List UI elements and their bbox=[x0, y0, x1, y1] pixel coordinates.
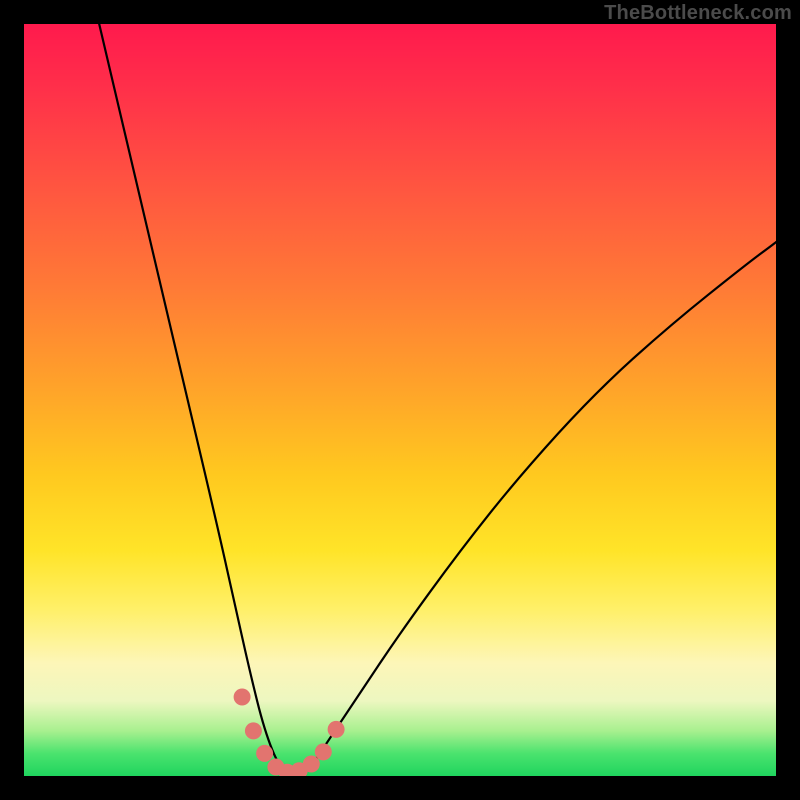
watermark-text: TheBottleneck.com bbox=[604, 2, 792, 25]
marker-dot bbox=[234, 689, 251, 706]
bottleneck-curve bbox=[99, 24, 776, 774]
marker-dot bbox=[245, 722, 262, 739]
curve-layer bbox=[24, 24, 776, 776]
marker-dot bbox=[303, 756, 320, 773]
marker-dot bbox=[256, 745, 273, 762]
marker-dot bbox=[328, 721, 345, 738]
marker-dots bbox=[234, 689, 345, 777]
plot-area bbox=[24, 24, 776, 776]
marker-dot bbox=[315, 743, 332, 760]
chart-frame bbox=[24, 24, 776, 776]
